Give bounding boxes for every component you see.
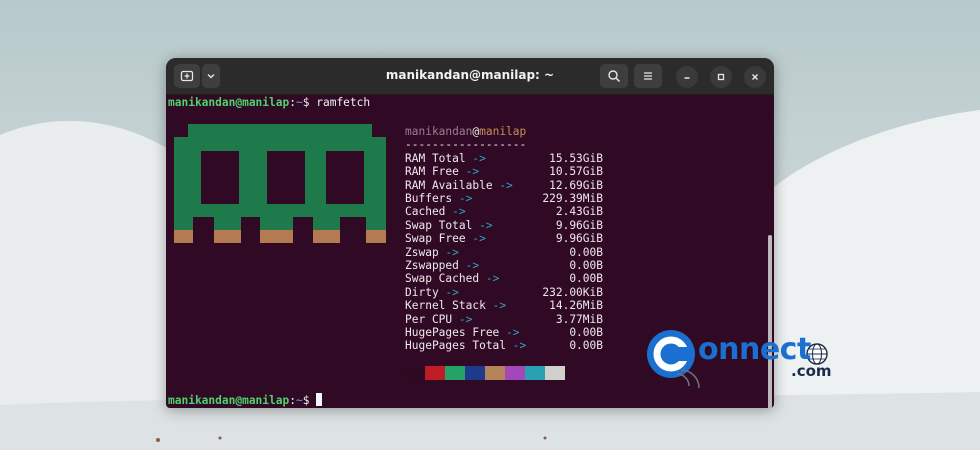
close-icon xyxy=(752,74,758,80)
memory-value: 229.39MiB xyxy=(542,191,603,205)
arrow-indicator: -> xyxy=(472,232,486,246)
memory-info-row: RAM Available -> 12.69GiB xyxy=(405,179,605,192)
arrow-indicator: -> xyxy=(445,245,459,259)
search-button[interactable] xyxy=(600,64,628,88)
memory-value: 3.77MiB xyxy=(555,312,603,326)
memory-info-row: Swap Free -> 9.96GiB xyxy=(405,232,605,245)
prompt-symbol: $ xyxy=(302,394,310,407)
memory-info-row: Kernel Stack -> 14.26MiB xyxy=(405,299,605,312)
memory-label: Kernel Stack xyxy=(405,299,486,313)
arrow-indicator: -> xyxy=(506,325,520,339)
memory-info-row: HugePages Free -> 0.00B xyxy=(405,326,605,339)
memory-label: RAM Total xyxy=(405,151,466,165)
arrow-indicator: -> xyxy=(458,191,473,205)
fetch-user: manikandan xyxy=(405,125,473,138)
prompt-separator: : xyxy=(289,96,296,109)
memory-value: 12.69GiB xyxy=(549,178,603,192)
palette-swatch xyxy=(485,366,505,380)
arrow-indicator: -> xyxy=(492,299,507,313)
memory-value: 0.00B xyxy=(569,245,603,259)
arrow-indicator: -> xyxy=(499,178,513,192)
search-icon xyxy=(608,70,621,83)
memory-label: RAM Free xyxy=(405,165,459,179)
arrow-indicator: -> xyxy=(465,258,480,272)
memory-label: Swap Free xyxy=(405,232,466,246)
memory-info-row: Cached -> 2.43GiB xyxy=(405,205,605,218)
arrow-indicator: -> xyxy=(458,312,473,326)
prompt-line-command: manikandan@manilap:~$ ramfetch xyxy=(168,96,370,109)
memory-value: 232.00KiB xyxy=(542,285,603,299)
memory-label: Zswap xyxy=(405,245,439,259)
memory-label: Dirty xyxy=(405,285,439,299)
memory-label: Per CPU xyxy=(405,312,453,326)
memory-label: Zswapped xyxy=(405,258,459,272)
memory-info-row: Zswap -> 0.00B xyxy=(405,246,605,259)
palette-swatch xyxy=(465,366,485,380)
palette-swatch xyxy=(405,366,425,380)
arrow-indicator: -> xyxy=(479,218,493,232)
maximize-icon xyxy=(717,73,725,81)
memory-label: RAM Available xyxy=(405,178,493,192)
memory-info-row: Dirty -> 232.00KiB xyxy=(405,286,605,299)
hamburger-menu-icon xyxy=(644,72,652,80)
close-button[interactable] xyxy=(744,66,766,88)
minimize-button[interactable] xyxy=(676,66,698,88)
command-text: ramfetch xyxy=(309,96,371,109)
prompt-line-active[interactable]: manikandan@manilap:~$ xyxy=(168,393,323,407)
arrow-indicator: -> xyxy=(452,205,466,219)
memory-info-row: HugePages Total -> 0.00B xyxy=(405,339,605,352)
memory-info-row: RAM Free -> 10.57GiB xyxy=(405,165,605,178)
prompt-separator: : xyxy=(289,394,296,407)
minimize-icon xyxy=(684,77,690,79)
fetch-separator: ------------------ xyxy=(405,138,527,152)
memory-value: 2.43GiB xyxy=(555,205,603,219)
memory-value: 9.96GiB xyxy=(555,232,603,246)
color-palette xyxy=(405,366,565,380)
prompt-path: ~ xyxy=(296,394,303,407)
palette-swatch xyxy=(425,366,445,380)
prompt-path: ~ xyxy=(296,96,303,109)
memory-value: 9.96GiB xyxy=(555,218,603,232)
watermark-logo: C onnect .com xyxy=(643,330,833,390)
ram-ascii-art xyxy=(174,124,386,243)
prompt-symbol: $ xyxy=(302,96,310,109)
palette-swatch xyxy=(445,366,465,380)
palette-swatch xyxy=(525,366,545,380)
arrow-indicator: -> xyxy=(445,285,459,299)
prompt-user: manikandan@manilap xyxy=(168,96,290,109)
title-bar: manikandan@manilap: ~ xyxy=(166,58,774,95)
memory-info-list: RAM Total -> 15.53GiB RAM Free -> 10.57GiB R… xyxy=(405,152,625,362)
text-cursor xyxy=(316,393,323,406)
memory-value: 0.00B xyxy=(569,272,603,286)
memory-label: HugePages Free xyxy=(405,325,500,339)
memory-value: 10.57GiB xyxy=(549,165,603,179)
logo-tld-text: .com xyxy=(791,362,832,380)
arrow-indicator: -> xyxy=(472,151,486,165)
memory-value: 15.53GiB xyxy=(549,151,603,165)
memory-info-row: Buffers -> 229.39MiB xyxy=(405,192,605,205)
memory-label: Buffers xyxy=(405,191,453,205)
menu-button[interactable] xyxy=(634,64,662,88)
memory-info-row: Swap Cached -> 0.00B xyxy=(405,272,605,285)
memory-value: 14.26MiB xyxy=(549,299,603,313)
memory-value: 0.00B xyxy=(569,258,603,272)
memory-info-row: Per CPU -> 3.77MiB xyxy=(405,313,605,326)
memory-info-row: Zswapped -> 0.00B xyxy=(405,259,605,272)
memory-info-row: Swap Total -> 9.96GiB xyxy=(405,219,605,232)
memory-label: Swap Total xyxy=(405,218,473,232)
memory-value: 0.00B xyxy=(569,339,603,353)
arrow-indicator: -> xyxy=(465,165,480,179)
maximize-button[interactable] xyxy=(710,66,732,88)
prompt-user: manikandan@manilap xyxy=(168,394,290,407)
memory-label: Cached xyxy=(405,205,446,219)
memory-value: 0.00B xyxy=(569,325,603,339)
palette-swatch xyxy=(545,366,565,380)
fetch-user-host: manikandan@manilap xyxy=(405,125,526,138)
memory-label: HugePages Total xyxy=(405,339,507,353)
palette-swatch xyxy=(505,366,525,380)
memory-info-row: RAM Total -> 15.53GiB xyxy=(405,152,605,165)
fetch-host: manilap xyxy=(479,125,527,138)
arrow-indicator: -> xyxy=(485,272,500,286)
memory-label: Swap Cached xyxy=(405,272,480,286)
